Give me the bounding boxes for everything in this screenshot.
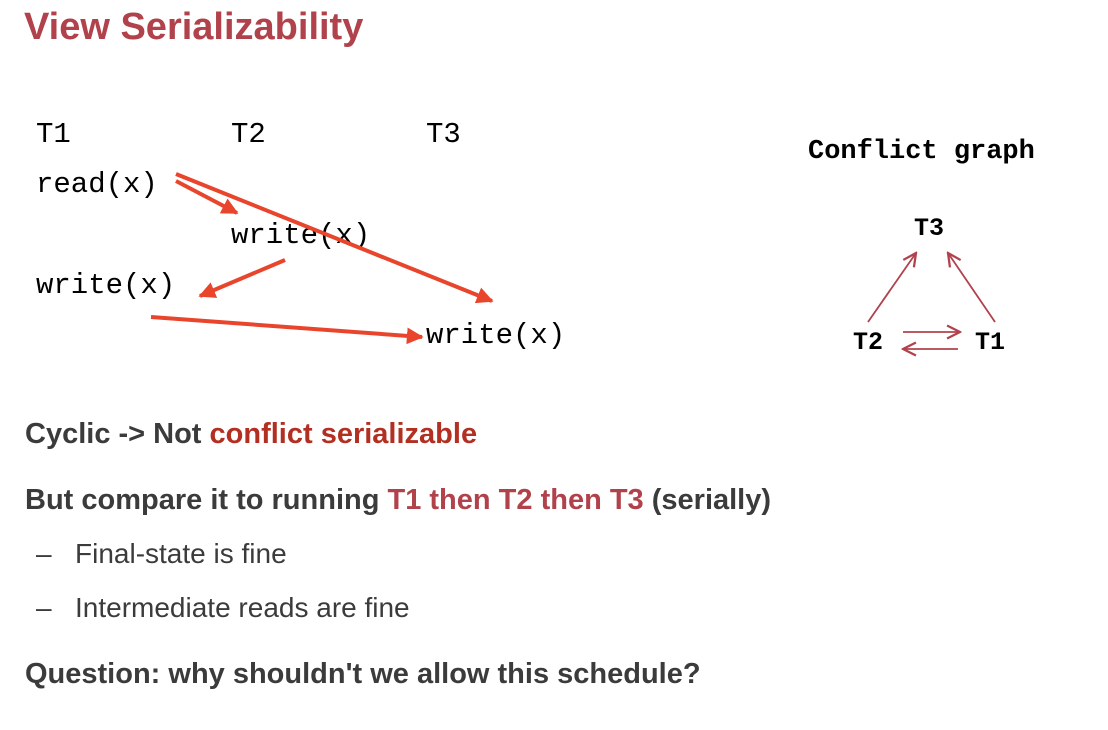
compare-statement: But compare it to running T1 then T2 the… [25,484,771,517]
question-statement: Question: why shouldn't we allow this sc… [25,658,701,690]
cyclic-statement: Cyclic -> Not conflict serializable [25,418,477,451]
arrow-write-t1-to-write-t3 [150,315,424,345]
bullet-marker: – [36,538,52,569]
bullet-marker: – [36,592,52,623]
compare-statement-lead: But compare it to running [25,484,388,516]
bullet-text-intermediate-reads: Intermediate reads are fine [75,592,410,623]
serial-order-highlight: T1 then T2 then T3 [387,484,644,516]
edge-t2-to-t3 [867,253,916,323]
arrow-read-t1-to-write-t3 [175,172,494,304]
arrow-write-t2-to-write-t1 [198,258,286,298]
cyclic-statement-lead: Cyclic -> Not [25,418,210,450]
bullet-item: – Intermediate reads are fine [36,592,410,624]
compare-statement-tail: (serially) [643,484,772,516]
bullet-text-final-state: Final-state is fine [75,538,287,569]
edge-t1-to-t3 [948,253,996,323]
conflict-serializable-highlight: conflict serializable [209,418,478,450]
bullet-item: – Final-state is fine [36,538,287,570]
